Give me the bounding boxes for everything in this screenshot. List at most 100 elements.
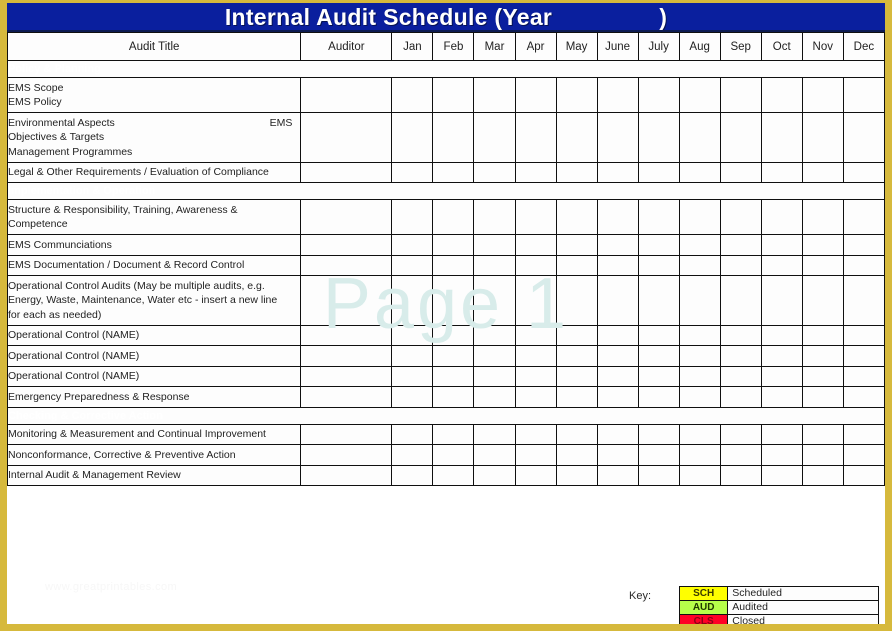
month-cell-may[interactable]: [555, 161, 598, 183]
month-cell-sep[interactable]: [719, 423, 762, 445]
month-cell-oct[interactable]: [760, 423, 803, 445]
audit-title-cell[interactable]: EMS Scope EMS Policy: [7, 77, 302, 113]
month-cell-june[interactable]: [596, 275, 639, 326]
month-cell-jan[interactable]: [391, 234, 434, 256]
month-cell-dec[interactable]: [842, 464, 885, 486]
month-cell-oct[interactable]: [760, 365, 803, 387]
month-cell-july[interactable]: [637, 161, 680, 183]
month-cell-june[interactable]: [596, 324, 639, 346]
month-cell-oct[interactable]: [760, 386, 803, 408]
month-cell-oct[interactable]: [760, 234, 803, 256]
month-cell-july[interactable]: [637, 275, 680, 326]
month-cell-oct[interactable]: [760, 345, 803, 367]
auditor-cell[interactable]: [300, 365, 393, 387]
month-cell-mar[interactable]: [473, 275, 516, 326]
auditor-cell[interactable]: [300, 386, 393, 408]
audit-title-cell[interactable]: Structure & Responsibility, Training, Aw…: [7, 199, 302, 235]
month-cell-jan[interactable]: [391, 365, 434, 387]
month-cell-june[interactable]: [596, 77, 639, 113]
audit-title-cell[interactable]: Emergency Preparedness & Response: [7, 386, 302, 408]
month-cell-nov[interactable]: [801, 112, 844, 163]
month-cell-sep[interactable]: [719, 345, 762, 367]
month-cell-oct[interactable]: [760, 112, 803, 163]
month-cell-aug[interactable]: [678, 365, 721, 387]
month-cell-dec[interactable]: [842, 423, 885, 445]
month-cell-nov[interactable]: [801, 77, 844, 113]
month-cell-aug[interactable]: [678, 386, 721, 408]
month-cell-dec[interactable]: [842, 444, 885, 466]
month-cell-apr[interactable]: [514, 77, 557, 113]
month-cell-jan[interactable]: [391, 77, 434, 113]
month-cell-dec[interactable]: [842, 386, 885, 408]
month-cell-mar[interactable]: [473, 365, 516, 387]
month-cell-sep[interactable]: [719, 199, 762, 235]
month-cell-mar[interactable]: [473, 234, 516, 256]
month-cell-mar[interactable]: [473, 444, 516, 466]
month-cell-apr[interactable]: [514, 386, 557, 408]
month-cell-oct[interactable]: [760, 199, 803, 235]
month-cell-feb[interactable]: [432, 464, 475, 486]
month-cell-june[interactable]: [596, 234, 639, 256]
month-cell-sep[interactable]: [719, 161, 762, 183]
month-cell-apr[interactable]: [514, 444, 557, 466]
auditor-cell[interactable]: [300, 234, 393, 256]
month-cell-nov[interactable]: [801, 234, 844, 256]
month-cell-apr[interactable]: [514, 234, 557, 256]
month-cell-feb[interactable]: [432, 365, 475, 387]
month-cell-feb[interactable]: [432, 444, 475, 466]
month-cell-july[interactable]: [637, 77, 680, 113]
month-cell-nov[interactable]: [801, 161, 844, 183]
month-cell-dec[interactable]: [842, 77, 885, 113]
month-cell-apr[interactable]: [514, 345, 557, 367]
month-cell-july[interactable]: [637, 254, 680, 276]
month-cell-aug[interactable]: [678, 423, 721, 445]
month-cell-july[interactable]: [637, 324, 680, 346]
month-cell-jan[interactable]: [391, 275, 434, 326]
month-cell-nov[interactable]: [801, 365, 844, 387]
month-cell-may[interactable]: [555, 444, 598, 466]
month-cell-jan[interactable]: [391, 112, 434, 163]
month-cell-sep[interactable]: [719, 112, 762, 163]
auditor-cell[interactable]: [300, 444, 393, 466]
month-cell-sep[interactable]: [719, 386, 762, 408]
month-cell-nov[interactable]: [801, 324, 844, 346]
month-cell-may[interactable]: [555, 112, 598, 163]
month-cell-july[interactable]: [637, 464, 680, 486]
month-cell-dec[interactable]: [842, 345, 885, 367]
month-cell-aug[interactable]: [678, 275, 721, 326]
month-cell-nov[interactable]: [801, 423, 844, 445]
month-cell-dec[interactable]: [842, 275, 885, 326]
month-cell-may[interactable]: [555, 386, 598, 408]
month-cell-dec[interactable]: [842, 254, 885, 276]
month-cell-nov[interactable]: [801, 275, 844, 326]
month-cell-jan[interactable]: [391, 444, 434, 466]
month-cell-nov[interactable]: [801, 199, 844, 235]
month-cell-mar[interactable]: [473, 345, 516, 367]
auditor-cell[interactable]: [300, 199, 393, 235]
month-cell-may[interactable]: [555, 365, 598, 387]
month-cell-may[interactable]: [555, 199, 598, 235]
month-cell-june[interactable]: [596, 464, 639, 486]
month-cell-sep[interactable]: [719, 324, 762, 346]
month-cell-sep[interactable]: [719, 77, 762, 113]
month-cell-jan[interactable]: [391, 345, 434, 367]
month-cell-june[interactable]: [596, 444, 639, 466]
audit-title-cell[interactable]: Operational Control (NAME): [7, 365, 302, 387]
audit-title-cell[interactable]: Operational Control (NAME): [7, 324, 302, 346]
month-cell-june[interactable]: [596, 112, 639, 163]
month-cell-june[interactable]: [596, 345, 639, 367]
month-cell-july[interactable]: [637, 386, 680, 408]
month-cell-july[interactable]: [637, 345, 680, 367]
month-cell-feb[interactable]: [432, 112, 475, 163]
month-cell-may[interactable]: [555, 234, 598, 256]
month-cell-dec[interactable]: [842, 199, 885, 235]
month-cell-oct[interactable]: [760, 77, 803, 113]
auditor-cell[interactable]: [300, 464, 393, 486]
month-cell-apr[interactable]: [514, 112, 557, 163]
auditor-cell[interactable]: [300, 77, 393, 113]
month-cell-apr[interactable]: [514, 161, 557, 183]
month-cell-may[interactable]: [555, 423, 598, 445]
month-cell-dec[interactable]: [842, 365, 885, 387]
month-cell-sep[interactable]: [719, 444, 762, 466]
month-cell-oct[interactable]: [760, 161, 803, 183]
